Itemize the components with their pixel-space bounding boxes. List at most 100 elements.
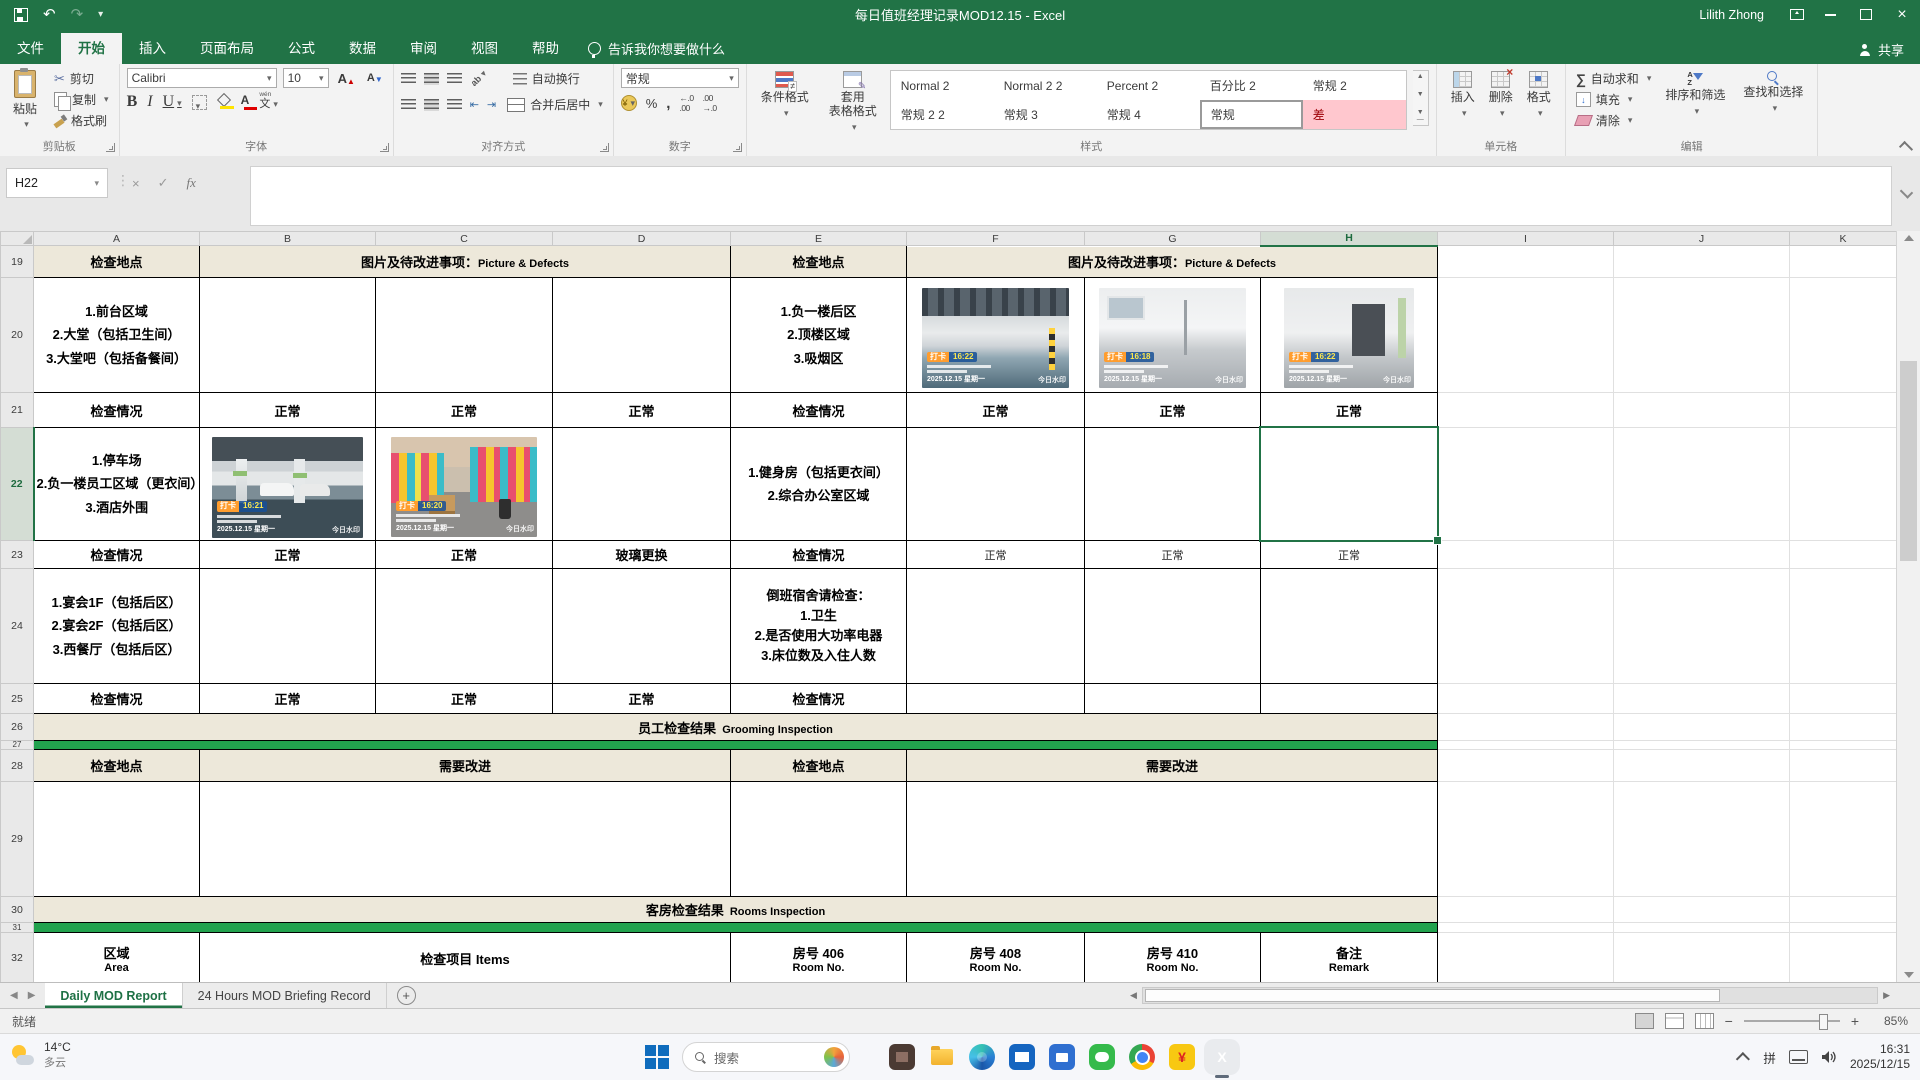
cell-i22[interactable] xyxy=(1437,427,1614,541)
undo-icon[interactable]: ↶ xyxy=(43,7,56,22)
vertical-scroll-thumb[interactable] xyxy=(1900,361,1917,561)
enter-icon[interactable]: ✓ xyxy=(158,175,169,191)
share-button[interactable]: 共享 xyxy=(1859,40,1904,59)
style-changgui22[interactable]: 常规 2 2 xyxy=(891,100,994,129)
row-header-24[interactable]: 24 xyxy=(0,568,34,684)
cell-e23[interactable]: 检查情况 xyxy=(730,540,907,569)
cell-h23[interactable]: 正常 xyxy=(1260,540,1438,569)
cell-k29[interactable] xyxy=(1789,781,1896,897)
find-select-button[interactable]: 查找和选择 xyxy=(1736,68,1810,136)
copy-button[interactable]: 复制 xyxy=(51,89,112,111)
zoom-slider[interactable] xyxy=(1743,1014,1840,1030)
cell-k24[interactable] xyxy=(1789,568,1896,684)
formula-input[interactable] xyxy=(250,166,1892,226)
photo-h20[interactable]: 打卡 16:22 2025.12.15 星期一 今日水印 xyxy=(1284,288,1414,388)
zoom-level[interactable]: 85% xyxy=(1870,1014,1908,1028)
minimize-button[interactable] xyxy=(1812,0,1848,29)
sheet-tab-daily-mod-report[interactable]: Daily MOD Report xyxy=(45,983,183,1008)
touch-keyboard-icon[interactable] xyxy=(1788,1050,1808,1064)
cell-f28-h28[interactable]: 需要改进 xyxy=(906,749,1438,782)
style-changgui2[interactable]: 常规 2 xyxy=(1303,71,1406,100)
cell-h24[interactable] xyxy=(1260,568,1438,684)
cell-b20[interactable] xyxy=(199,277,376,393)
select-all-corner[interactable] xyxy=(0,231,34,246)
cell-d21[interactable]: 正常 xyxy=(552,392,731,428)
row-header-30[interactable]: 30 xyxy=(0,896,34,923)
insert-function-icon[interactable]: fx xyxy=(187,175,196,191)
borders-icon[interactable] xyxy=(191,94,207,110)
gallery-down-icon[interactable]: ▼ xyxy=(1417,91,1424,98)
cell-b23[interactable]: 正常 xyxy=(199,540,376,569)
cell-e29[interactable] xyxy=(730,781,907,897)
cell-g23[interactable]: 正常 xyxy=(1084,540,1261,569)
autosum-button[interactable]: 自动求和 xyxy=(1573,68,1655,89)
decrease-indent-icon[interactable]: ⇤ xyxy=(470,98,479,111)
cell-j29[interactable] xyxy=(1613,781,1790,897)
cell-g20[interactable]: 打卡 16:18 2025.12.15 星期一 今日水印 xyxy=(1084,277,1261,393)
row-header-22[interactable]: 22 xyxy=(0,427,35,541)
cell-e28[interactable]: 检查地点 xyxy=(730,749,907,782)
horizontal-scroll-thumb[interactable] xyxy=(1144,989,1720,1002)
increase-indent-icon[interactable]: ⇥ xyxy=(487,98,496,111)
cell-a22[interactable]: 1.停车场 2.负一楼员工区域（更衣间） 3.酒店外围 xyxy=(33,427,200,541)
save-icon[interactable] xyxy=(14,7,28,22)
column-header-b[interactable]: B xyxy=(199,231,376,246)
orientation-icon[interactable]: ab xyxy=(469,68,490,89)
cell-c23[interactable]: 正常 xyxy=(375,540,553,569)
cell-f19-h19[interactable]: 图片及待改进事项：Picture & Defects xyxy=(906,245,1438,278)
cell-f22[interactable] xyxy=(906,427,1085,541)
maximize-button[interactable] xyxy=(1848,0,1884,29)
font-family-select[interactable]: Calibri xyxy=(126,68,277,88)
format-as-table-button[interactable]: 套用表格格式 xyxy=(822,68,884,136)
style-bad[interactable]: 差 xyxy=(1302,100,1406,129)
cell-c20[interactable] xyxy=(375,277,553,393)
cell-k21[interactable] xyxy=(1789,392,1896,428)
decrease-decimal-icon[interactable]: .00 →.0 xyxy=(703,93,718,113)
style-changgui-selected[interactable]: 常规 xyxy=(1199,100,1303,129)
mail-icon[interactable] xyxy=(1009,1044,1035,1070)
increase-decimal-icon[interactable]: ←.0.00 xyxy=(679,93,694,113)
cell-j26[interactable] xyxy=(1613,713,1790,741)
row-header-21[interactable]: 21 xyxy=(0,392,34,428)
prev-sheet-icon[interactable]: ◀ xyxy=(10,990,18,1001)
cell-h32[interactable]: 备注 Remark xyxy=(1260,932,1438,982)
cell-i31[interactable] xyxy=(1437,922,1614,933)
cell-i24[interactable] xyxy=(1437,568,1614,684)
cell-b28-d28[interactable]: 需要改进 xyxy=(199,749,731,782)
cell-k22[interactable] xyxy=(1789,427,1896,541)
cell-d23[interactable]: 玻璃更换 xyxy=(552,540,731,569)
align-bottom-icon[interactable] xyxy=(446,72,462,85)
cell-i30[interactable] xyxy=(1437,896,1614,923)
conditional-formatting-button[interactable]: 条件格式 xyxy=(754,68,816,136)
cell-e32[interactable]: 房号 406 Room No. xyxy=(730,932,907,982)
tab-formulas[interactable]: 公式 xyxy=(271,33,332,64)
row-header-19[interactable]: 19 xyxy=(0,245,34,278)
cell-i32[interactable] xyxy=(1437,932,1614,982)
cell-j19[interactable] xyxy=(1613,245,1790,278)
row-header-26[interactable]: 26 xyxy=(0,713,34,741)
column-header-c[interactable]: C xyxy=(375,231,553,246)
tab-data[interactable]: 数据 xyxy=(332,33,393,64)
bold-button[interactable]: B xyxy=(127,93,138,111)
cell-j32[interactable] xyxy=(1613,932,1790,982)
align-center-icon[interactable] xyxy=(423,98,439,111)
decrease-font-size-icon[interactable]: A ▼ xyxy=(364,72,386,84)
cell-f32[interactable]: 房号 408 Room No. xyxy=(906,932,1085,982)
style-percent2[interactable]: Percent 2 xyxy=(1097,71,1200,100)
cell-a32[interactable]: 区域 Area xyxy=(33,932,200,982)
page-break-view-icon[interactable] xyxy=(1694,1013,1714,1029)
rooms-inspection-banner[interactable]: 客房检查结果 Rooms Inspection xyxy=(33,896,1438,923)
style-baifenbi2[interactable]: 百分比 2 xyxy=(1200,71,1303,100)
grooming-inspection-banner[interactable]: 员工检查结果 Grooming Inspection xyxy=(33,713,1438,741)
cell-h21[interactable]: 正常 xyxy=(1260,392,1438,428)
excel-taskbar-icon[interactable]: X xyxy=(1209,1044,1235,1078)
merge-center-button[interactable]: 合并后居中 xyxy=(504,94,606,115)
cell-i28[interactable] xyxy=(1437,749,1614,782)
cell-j31[interactable] xyxy=(1613,922,1790,933)
tell-me-box[interactable]: 告诉我你想要做什么 xyxy=(588,33,725,64)
row-header-29[interactable]: 29 xyxy=(0,781,34,897)
green-divider-row[interactable] xyxy=(33,922,1438,933)
cell-i23[interactable] xyxy=(1437,540,1614,569)
cell-b22[interactable]: 打卡 16:21 2025.12.15 星期一 今日水印 xyxy=(199,427,376,541)
expand-formula-bar-icon[interactable] xyxy=(1899,185,1914,199)
